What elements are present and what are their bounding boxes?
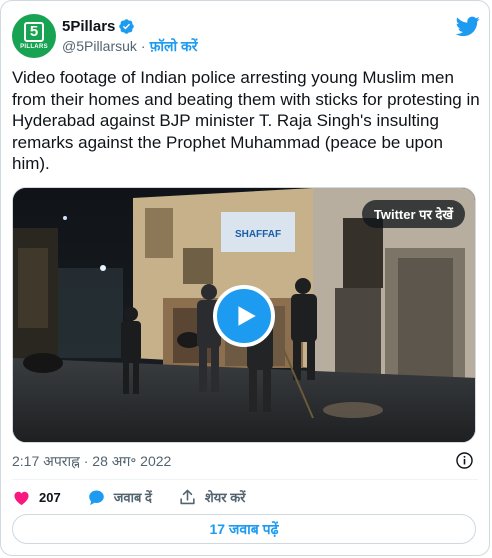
tweet-text: Video footage of Indian police arresting… [12,68,480,173]
avatar[interactable]: 5 PILLARS [12,14,56,58]
info-icon[interactable] [455,451,474,470]
tweet-actions: 207 जवाब दें शेयर करें [12,486,272,508]
video-player[interactable]: SHAFFAF Twitter पर देखें [12,187,476,443]
author-display-name[interactable]: 5Pillars [62,18,115,35]
tweet-timestamp[interactable]: 2:17 अपराह्न · 28 अग॰ 2022 [12,452,171,471]
reply-label: जवाब दें [113,490,152,505]
avatar-logo-word: PILLARS [20,44,48,50]
share-button[interactable]: शेयर करें [178,488,246,507]
tweet-card: 5 PILLARS 5Pillars @5Pillarsuk · फ़ॉलो क… [0,0,490,556]
like-count: 207 [39,489,61,505]
tweet-header: 5 PILLARS 5Pillars @5Pillarsuk · फ़ॉलो क… [12,12,480,58]
author-handle-row: @5Pillarsuk · फ़ॉलो करें [62,37,197,55]
heart-icon [14,491,29,505]
reply-bubble-icon [88,490,104,505]
author-handle[interactable]: @5Pillarsuk [62,38,137,54]
watch-on-twitter-button[interactable]: Twitter पर देखें [361,200,465,228]
reply-button[interactable]: जवाब दें [87,488,152,507]
verified-badge-icon [119,18,135,34]
shop-sign-text: SHAFFAF [235,229,281,240]
play-icon [238,306,256,326]
like-button[interactable]: 207 [12,488,61,507]
separator-dot: · [140,38,146,54]
share-label: शेयर करें [204,490,246,505]
author-name-row: 5Pillars [62,16,135,36]
follow-button[interactable]: फ़ॉलो करें [150,37,198,56]
play-button[interactable] [213,285,275,347]
twitter-bird-icon[interactable] [456,14,480,38]
divider [12,479,478,480]
share-upload-icon [180,489,195,504]
avatar-logo-mark: 5 [24,22,44,42]
read-replies-button[interactable]: 17 जवाब पढ़ें [12,514,476,544]
timestamp-row: 2:17 अपराह्न · 28 अग॰ 2022 [12,451,478,471]
